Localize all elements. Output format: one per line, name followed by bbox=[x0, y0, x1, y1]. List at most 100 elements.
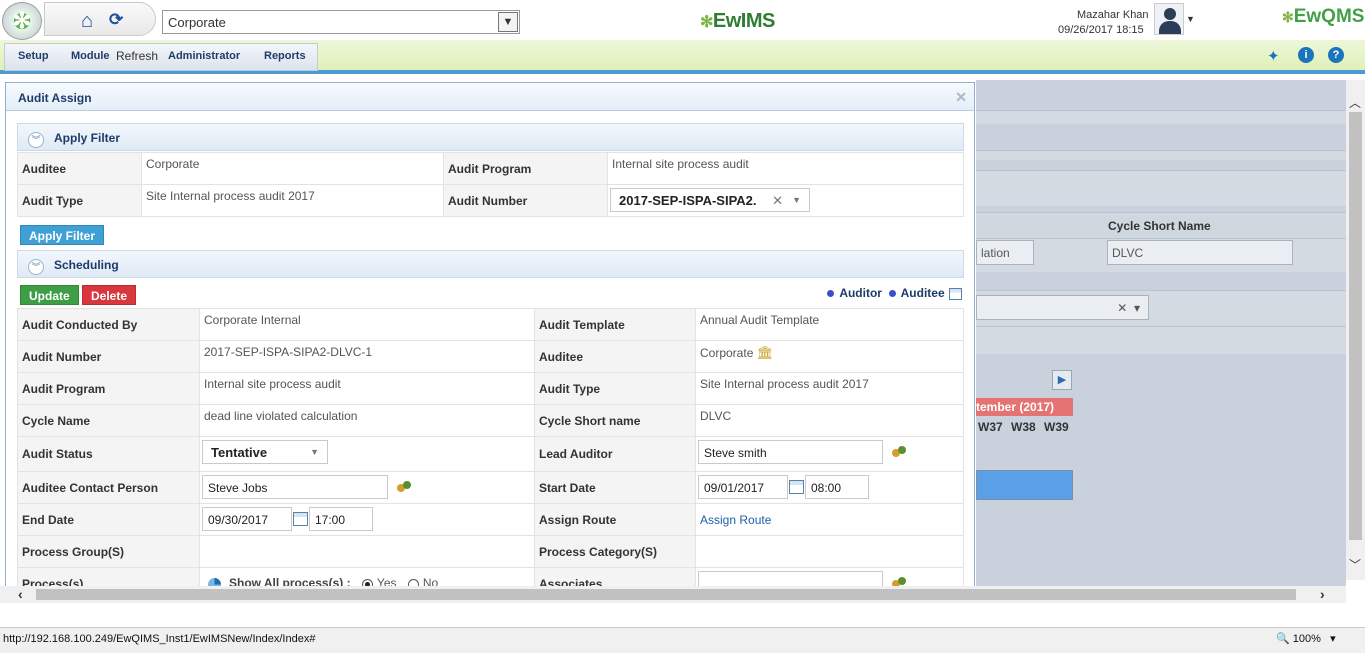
audit-type-value: Site Internal process audit 2017 bbox=[695, 372, 964, 405]
process-group-label: Process Group(S) bbox=[17, 535, 200, 568]
template-label: Audit Template bbox=[534, 308, 696, 341]
audit-type-label: Audit Type bbox=[534, 372, 696, 405]
scroll-up-icon[interactable]: ︿ bbox=[1349, 94, 1361, 111]
apply-filter-header[interactable]: ︾ Apply Filter bbox=[17, 123, 964, 151]
calendar-icon[interactable] bbox=[789, 480, 804, 494]
ewims-logo: ✻EwIMS bbox=[700, 10, 775, 32]
menu-reports[interactable]: Reports bbox=[264, 50, 306, 62]
menu-setup[interactable]: Setup bbox=[18, 50, 49, 62]
scroll-down-icon[interactable]: ﹀ bbox=[1349, 556, 1361, 573]
conducted-by-value: Corporate Internal bbox=[199, 308, 535, 341]
apply-filter-button[interactable]: Apply Filter bbox=[20, 225, 105, 245]
filter-audit-number-cell: 2017-SEP-ISPA-SIPA2. ✕ ▼ bbox=[607, 184, 964, 217]
ewqms-logo: ✻EwQMS bbox=[1282, 6, 1365, 27]
contact-person-cell: Steve Jobs bbox=[199, 471, 535, 504]
process-group-value bbox=[199, 535, 535, 568]
contact-person-input[interactable]: Steve Jobs bbox=[202, 475, 388, 499]
info-icon[interactable]: i bbox=[1298, 47, 1314, 63]
help-icon[interactable]: ? bbox=[1328, 47, 1344, 63]
audit-program-label: Audit Program bbox=[17, 372, 200, 405]
bg-strip bbox=[976, 326, 1346, 354]
chevron-down-icon[interactable]: ▼ bbox=[792, 195, 801, 205]
scrollbar-thumb[interactable] bbox=[1349, 112, 1362, 540]
cycle-name-label: Cycle Name bbox=[17, 404, 200, 437]
associates-input[interactable] bbox=[698, 571, 883, 586]
people-picker-icon[interactable] bbox=[397, 480, 413, 494]
assign-route-link[interactable]: Assign Route bbox=[700, 513, 771, 527]
avatar[interactable] bbox=[1154, 3, 1184, 35]
menu-administrator[interactable]: Administrator bbox=[168, 50, 240, 62]
corporate-select-value: Corporate bbox=[168, 15, 226, 30]
associates-label: Associates bbox=[534, 567, 696, 586]
audit-status-dropdown[interactable]: Tentative ▼ bbox=[202, 440, 328, 464]
clear-icon[interactable]: ✕ bbox=[772, 193, 783, 209]
caret-down-icon[interactable]: ▼ bbox=[1186, 14, 1195, 24]
bg-strip bbox=[976, 110, 1346, 124]
status-bar: http://192.168.100.249/EwQIMS_Inst1/EwIM… bbox=[0, 627, 1365, 653]
bg-week: W39 bbox=[1044, 420, 1069, 434]
bg-schedule-cells bbox=[976, 470, 1073, 500]
filter-auditee-value: Corporate bbox=[141, 152, 444, 185]
processes-cell: Show All process(s) : Yes No bbox=[199, 567, 535, 586]
scroll-right-icon[interactable]: › bbox=[1320, 586, 1325, 602]
filter-auditee-label: Auditee bbox=[17, 152, 142, 185]
filter-audit-program-value: Internal site process audit bbox=[607, 152, 964, 185]
zoom-control[interactable]: 🔍 100% ▾ bbox=[1276, 632, 1336, 645]
lead-auditor-input[interactable]: Steve smith bbox=[698, 440, 883, 464]
end-time-input[interactable]: 17:00 bbox=[309, 507, 373, 531]
calendar-icon[interactable] bbox=[949, 287, 962, 300]
cycle-short-name-label: Cycle Short name bbox=[534, 404, 696, 437]
filter-audit-program-label: Audit Program bbox=[443, 152, 608, 185]
update-button[interactable]: Update bbox=[20, 285, 79, 305]
corporate-select[interactable]: Corporate ▼ bbox=[162, 10, 520, 34]
lead-auditor-label: Lead Auditor bbox=[534, 436, 696, 472]
chevron-down-icon[interactable]: ▼ bbox=[498, 12, 518, 32]
bg-cycle-short-name-header: Cycle Short Name bbox=[1108, 219, 1211, 233]
home-icon[interactable]: ⌂ bbox=[81, 11, 103, 31]
bg-month-label: tember (2017) bbox=[976, 398, 1073, 416]
menu-module[interactable]: Module bbox=[71, 50, 110, 62]
status-url: http://192.168.100.249/EwQIMS_Inst1/EwIM… bbox=[3, 633, 316, 645]
scroll-left-icon[interactable]: ‹ bbox=[18, 586, 23, 602]
collapse-icon[interactable]: ︾ bbox=[28, 259, 44, 275]
lead-auditor-cell: Steve smith bbox=[695, 436, 964, 472]
start-date-label: Start Date bbox=[534, 471, 696, 504]
apply-filter-heading: Apply Filter bbox=[54, 131, 121, 145]
audit-assign-dialog: Audit Assign ✕ ︾ Apply Filter Auditee Co… bbox=[5, 82, 975, 587]
cycle-short-name-value: DLVC bbox=[695, 404, 964, 437]
start-time-input[interactable]: 08:00 bbox=[805, 475, 869, 499]
vertical-scrollbar[interactable]: ︿ ﹀ bbox=[1346, 80, 1365, 580]
nav-pill: ⌂ ⟳ bbox=[44, 2, 156, 36]
collapse-icon[interactable]: ︾ bbox=[28, 132, 44, 148]
audit-status-cell: Tentative ▼ bbox=[199, 436, 535, 472]
calendar-icon[interactable] bbox=[293, 512, 308, 526]
pin-icon[interactable]: ✦ bbox=[1267, 47, 1280, 65]
contact-person-label: Auditee Contact Person bbox=[17, 471, 200, 504]
close-icon[interactable]: ✕ bbox=[955, 89, 967, 106]
start-date-input[interactable]: 09/01/2017 bbox=[698, 475, 788, 499]
refresh-icon[interactable]: ⟳ bbox=[109, 11, 127, 29]
auditee-cell: Corporate 🏛 bbox=[695, 340, 964, 373]
menu-refresh[interactable]: Refresh bbox=[116, 49, 158, 63]
chevron-down-icon[interactable]: ▼ bbox=[310, 447, 319, 457]
audit-status-value: Tentative bbox=[211, 445, 268, 460]
auditee-value: Corporate bbox=[700, 346, 754, 360]
app-logo-icon[interactable]: ✻ bbox=[2, 2, 42, 40]
audit-number-dropdown[interactable]: 2017-SEP-ISPA-SIPA2. ✕ ▼ bbox=[610, 188, 810, 212]
horizontal-scrollbar[interactable]: ‹ › bbox=[0, 586, 1346, 603]
filter-table: Auditee Corporate Audit Program Internal… bbox=[17, 152, 964, 217]
associates-cell bbox=[695, 567, 964, 586]
filter-audit-type-label: Audit Type bbox=[17, 184, 142, 217]
delete-button[interactable]: Delete bbox=[82, 285, 137, 305]
building-icon: 🏛 bbox=[756, 345, 774, 360]
people-picker-icon[interactable] bbox=[892, 445, 908, 459]
assign-route-label: Assign Route bbox=[534, 503, 696, 536]
audit-number-label: Audit Number bbox=[17, 340, 200, 373]
legend-auditor: Auditor bbox=[839, 286, 882, 300]
assign-route-cell: Assign Route bbox=[695, 503, 964, 536]
auditee-label: Auditee bbox=[534, 340, 696, 373]
scrollbar-thumb[interactable] bbox=[36, 589, 1296, 600]
end-date-input[interactable]: 09/30/2017 bbox=[202, 507, 292, 531]
bg-week: W37 bbox=[978, 420, 1003, 434]
scheduling-header[interactable]: ︾ Scheduling bbox=[17, 250, 964, 278]
